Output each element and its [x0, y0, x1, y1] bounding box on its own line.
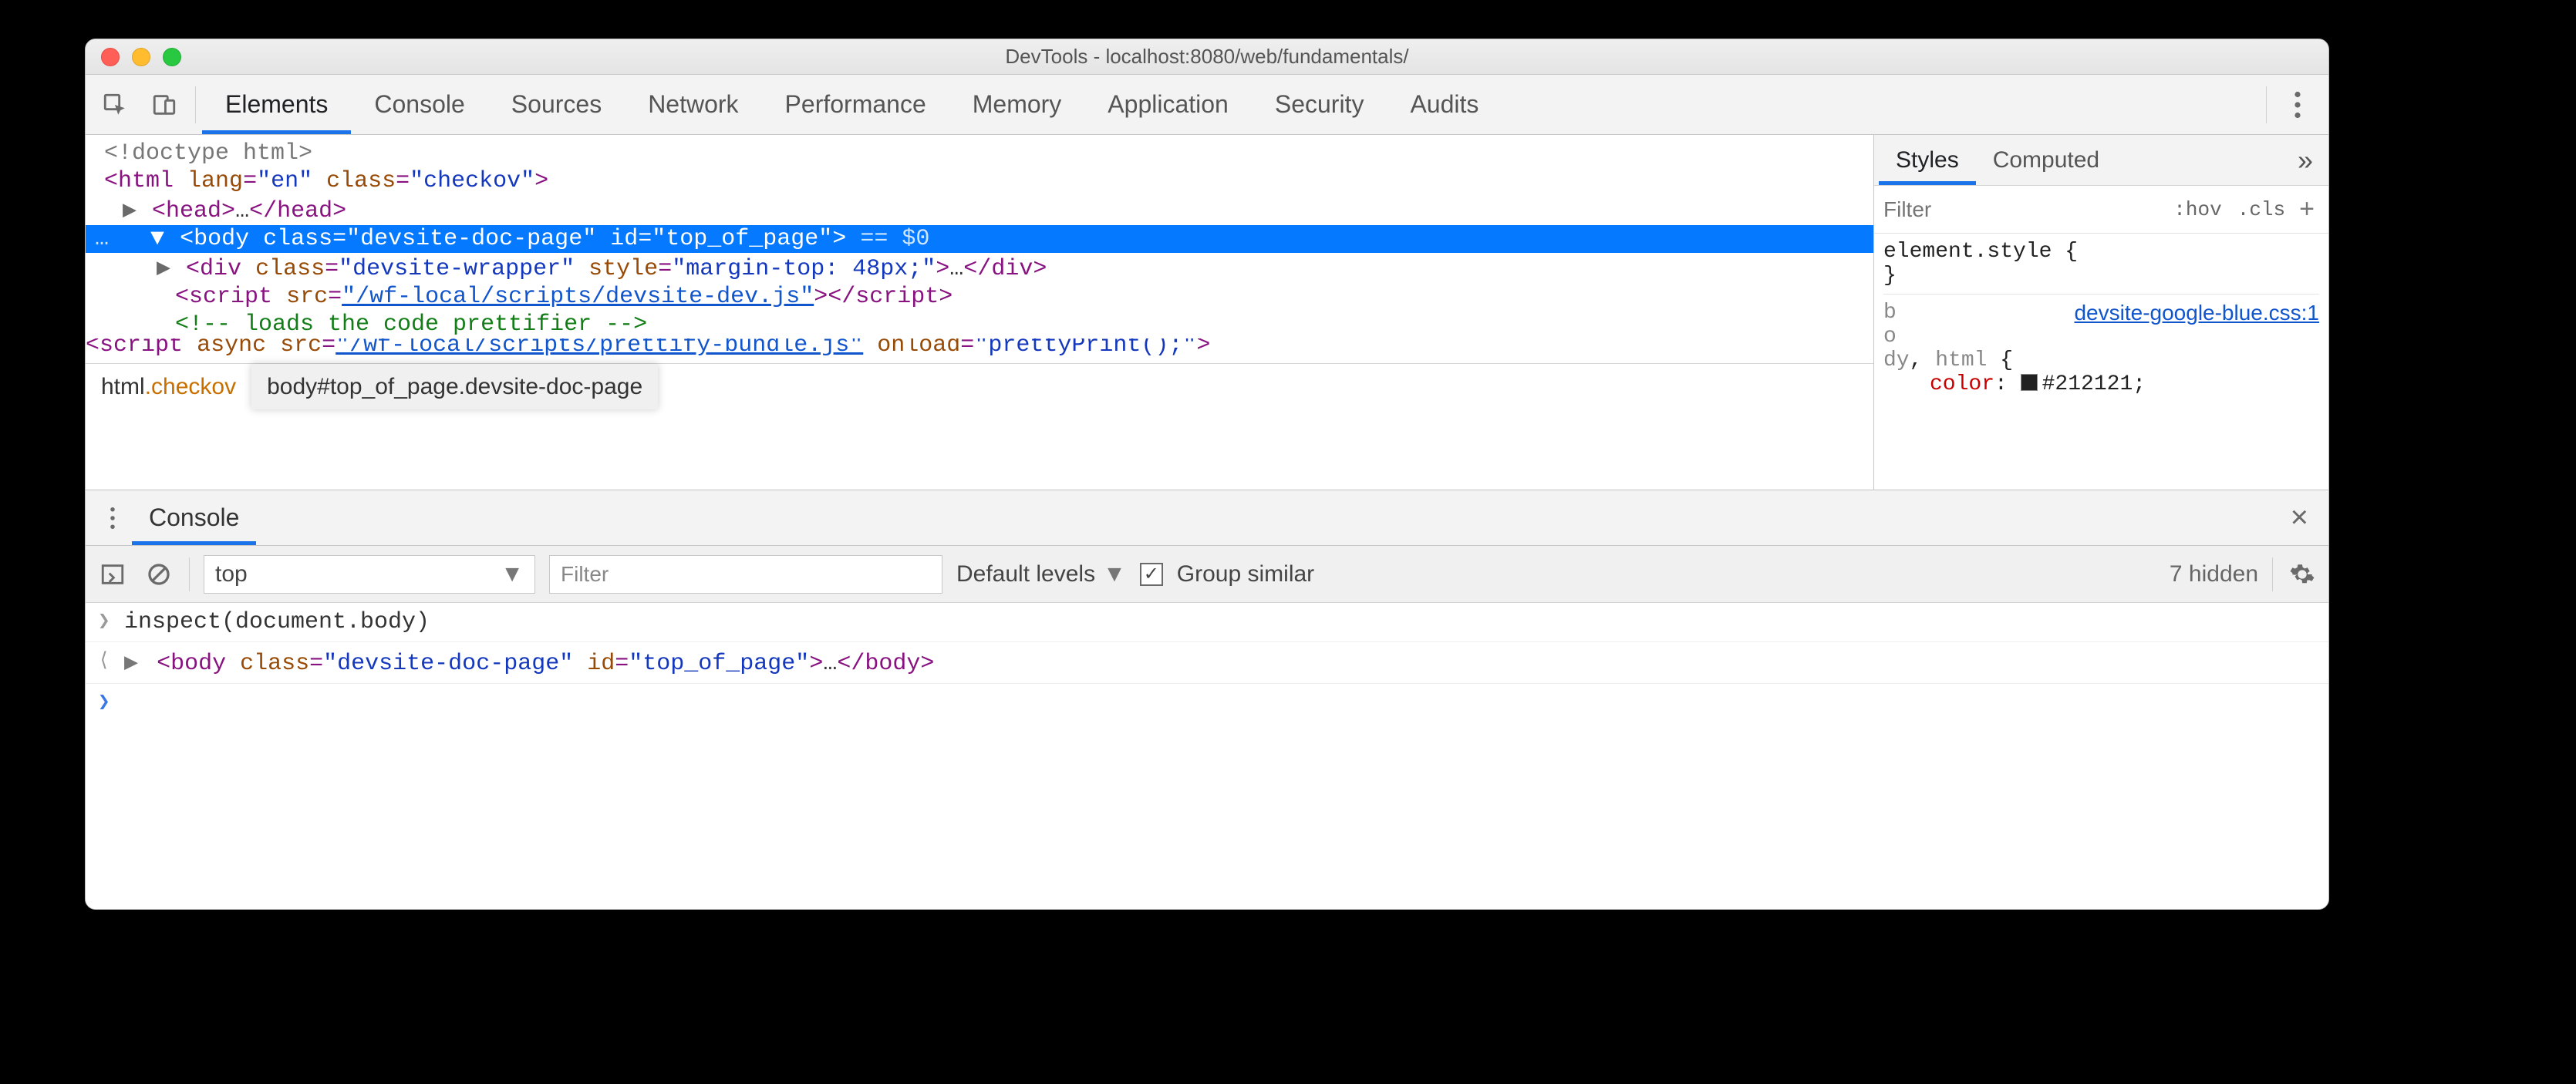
device-toolbar-icon[interactable]	[140, 80, 189, 130]
hov-toggle[interactable]: :hov	[2166, 198, 2229, 221]
tab-audits[interactable]: Audits	[1387, 75, 1502, 134]
toolbar-separator	[195, 86, 196, 123]
group-similar-label: Group similar	[1177, 561, 1314, 587]
styles-panel: Styles Computed » :hov .cls + element.st…	[1873, 135, 2328, 490]
collapse-icon[interactable]: ▼	[150, 226, 166, 252]
dom-node[interactable]: ▶ <div class="devsite-wrapper" style="ma…	[86, 253, 1873, 283]
dom-node[interactable]: <html lang="en" class="checkov">	[86, 167, 1873, 195]
chevron-down-icon: ▼	[1103, 561, 1126, 587]
styles-tabs: Styles Computed »	[1874, 135, 2328, 186]
tab-network[interactable]: Network	[625, 75, 761, 134]
more-options-icon[interactable]	[2273, 80, 2322, 130]
execution-context-select[interactable]: top▼	[204, 555, 535, 594]
console-drawer: Console × top▼ Filter Default levels▼ Gr…	[86, 490, 2328, 909]
tab-memory[interactable]: Memory	[949, 75, 1085, 134]
tab-console[interactable]: Console	[351, 75, 487, 134]
console-input-row[interactable]: ❯ inspect(document.body)	[86, 603, 2328, 642]
group-similar-checkbox[interactable]	[1140, 563, 1163, 586]
inspect-element-icon[interactable]	[90, 80, 140, 130]
chevron-down-icon: ▼	[501, 561, 524, 587]
color-swatch-icon[interactable]	[2021, 374, 2038, 391]
breadcrumb: html.checkov body#top_of_page.devsite-do…	[86, 363, 1873, 409]
dom-node[interactable]: <script async src="/wf-local/scripts/pre…	[86, 338, 1873, 363]
console-filter-input[interactable]: Filter	[549, 555, 942, 594]
dom-node[interactable]: <!-- loads the code prettifier -->	[86, 311, 1873, 338]
dom-node[interactable]: ▶ <head>…</head>	[86, 195, 1873, 225]
stylesheet-source-link[interactable]: devsite-google-blue.css:1	[2074, 301, 2319, 325]
dom-tree[interactable]: <!doctype html> <html lang="en" class="c…	[86, 135, 1873, 490]
expand-icon[interactable]: ▶	[123, 196, 138, 224]
dom-node[interactable]: <!doctype html>	[86, 140, 1873, 167]
new-style-rule-icon[interactable]: +	[2293, 194, 2321, 224]
css-value[interactable]: #212121	[2042, 372, 2133, 396]
styles-filter-row: :hov .cls +	[1874, 186, 2328, 234]
devtools-window: DevTools - localhost:8080/web/fundamenta…	[85, 39, 2329, 910]
panel-main: <!doctype html> <html lang="en" class="c…	[86, 135, 2328, 490]
close-drawer-icon[interactable]: ×	[2278, 500, 2321, 535]
output-chevron-icon: ⟨	[98, 648, 124, 672]
element-style-block[interactable]: element.style { }	[1883, 240, 2319, 288]
tab-styles[interactable]: Styles	[1879, 135, 1976, 185]
css-rule[interactable]: devsite-google-blue.css:1 b o dy, html {…	[1883, 294, 2319, 396]
tab-security[interactable]: Security	[1252, 75, 1387, 134]
input-chevron-icon: ❯	[98, 609, 124, 633]
dom-node-selected[interactable]: … ▼ <body class="devsite-doc-page" id="t…	[86, 225, 1873, 253]
tab-elements[interactable]: Elements	[202, 75, 351, 134]
tab-sources[interactable]: Sources	[488, 75, 625, 134]
toolbar-separator	[2266, 86, 2267, 123]
tab-computed[interactable]: Computed	[1976, 135, 2116, 185]
console-settings-icon[interactable]	[2287, 559, 2318, 590]
console-result-row[interactable]: ⟨ ▶ <body class="devsite-doc-page" id="t…	[86, 642, 2328, 684]
drawer-tabs: Console ×	[86, 490, 2328, 546]
console-output[interactable]: ❯ inspect(document.body) ⟨ ▶ <body class…	[86, 603, 2328, 909]
styles-filter-input[interactable]	[1882, 197, 2166, 223]
console-prompt[interactable]: ❯	[86, 684, 2328, 720]
styles-rules[interactable]: element.style { } devsite-google-blue.cs…	[1874, 234, 2328, 402]
tab-application[interactable]: Application	[1084, 75, 1252, 134]
drawer-more-icon[interactable]	[93, 507, 132, 530]
tab-performance[interactable]: Performance	[762, 75, 949, 134]
drawer-tab-console[interactable]: Console	[132, 490, 256, 545]
dom-node[interactable]: <script src="/wf-local/scripts/devsite-d…	[86, 283, 1873, 311]
show-console-sidebar-icon[interactable]	[96, 558, 129, 591]
window-titlebar: DevTools - localhost:8080/web/fundamenta…	[86, 39, 2328, 75]
expand-icon[interactable]: ▶	[124, 651, 138, 677]
prompt-chevron-icon: ❯	[98, 690, 124, 714]
main-tabs: Elements Console Sources Network Perform…	[86, 75, 2328, 135]
hidden-messages-count[interactable]: 7 hidden	[2170, 561, 2258, 587]
clear-console-icon[interactable]	[143, 558, 175, 591]
log-levels-select[interactable]: Default levels▼	[956, 561, 1126, 587]
expand-icon[interactable]: ▶	[157, 254, 172, 282]
window-title: DevTools - localhost:8080/web/fundamenta…	[86, 45, 2328, 69]
css-property[interactable]: color	[1930, 372, 1994, 396]
more-tabs-icon[interactable]: »	[2287, 144, 2324, 177]
cls-toggle[interactable]: .cls	[2230, 198, 2293, 221]
console-toolbar: top▼ Filter Default levels▼ Group simila…	[86, 546, 2328, 603]
breadcrumb-item-selected[interactable]: body#top_of_page.devsite-doc-page	[251, 364, 658, 409]
breadcrumb-item[interactable]: html.checkov	[86, 364, 251, 409]
